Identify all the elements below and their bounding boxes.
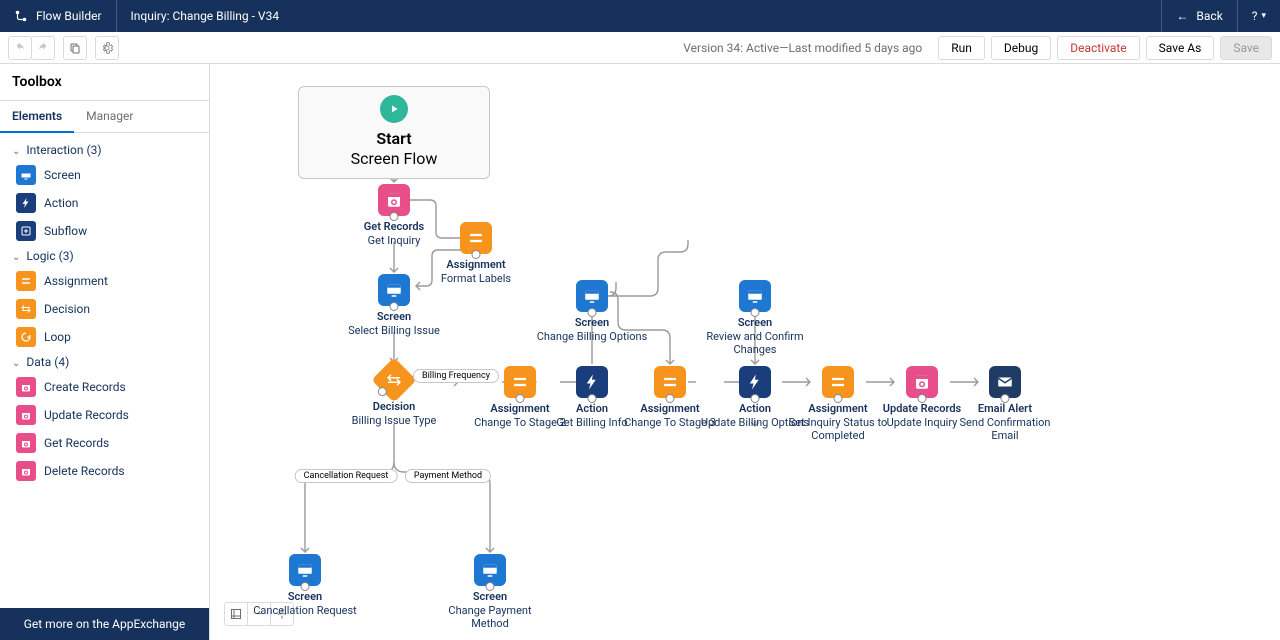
node-scr3[interactable]: ScreenReview and Confirm Changes bbox=[695, 280, 815, 357]
canvas[interactable]: − StartScreen FlowGet RecordsGet Inquiry… bbox=[210, 64, 1280, 640]
node-scr4[interactable]: ScreenCancellation Request bbox=[245, 554, 365, 617]
screen-icon bbox=[474, 554, 506, 586]
save-button[interactable]: Save bbox=[1220, 36, 1272, 60]
node-scr5[interactable]: ScreenChange Payment Method bbox=[430, 554, 550, 631]
node-eml[interactable]: Email AlertSend Confirmation Email bbox=[945, 366, 1065, 443]
bolt-icon bbox=[576, 366, 608, 398]
arrow-left-icon: ← bbox=[1176, 9, 1188, 23]
dia-icon bbox=[371, 357, 416, 402]
settings-button[interactable] bbox=[95, 36, 119, 60]
loop-icon bbox=[16, 327, 36, 347]
app-brand: Flow Builder bbox=[0, 9, 116, 23]
flow-title: Inquiry: Change Billing - V34 bbox=[117, 9, 294, 23]
play-icon bbox=[380, 95, 408, 123]
edge-label: Cancellation Request bbox=[295, 469, 398, 483]
node-scr2[interactable]: ScreenChange Billing Options bbox=[532, 280, 652, 343]
dia-icon bbox=[16, 299, 36, 319]
chevron-down-icon bbox=[12, 143, 20, 157]
redo-button[interactable] bbox=[31, 36, 55, 60]
sub-icon bbox=[16, 221, 36, 241]
app-name: Flow Builder bbox=[36, 9, 102, 23]
bolt-icon bbox=[16, 193, 36, 213]
rec-icon bbox=[16, 433, 36, 453]
eq-icon bbox=[16, 271, 36, 291]
element-tree: Interaction (3)ScreenActionSubflowLogic … bbox=[0, 133, 209, 608]
eq-icon bbox=[654, 366, 686, 398]
help-button[interactable]: ? ▾ bbox=[1237, 0, 1280, 32]
palette-create-records[interactable]: Create Records bbox=[0, 373, 209, 401]
eq-icon bbox=[822, 366, 854, 398]
deactivate-button[interactable]: Deactivate bbox=[1057, 36, 1139, 60]
group-data[interactable]: Data (4) bbox=[0, 351, 209, 373]
save-as-button[interactable]: Save As bbox=[1146, 36, 1215, 60]
edge-label: Billing Frequency bbox=[413, 369, 499, 383]
palette-screen[interactable]: Screen bbox=[0, 161, 209, 189]
debug-button[interactable]: Debug bbox=[991, 36, 1051, 60]
screen-icon bbox=[289, 554, 321, 586]
screen-icon bbox=[16, 165, 36, 185]
tab-elements[interactable]: Elements bbox=[0, 101, 74, 133]
run-button[interactable]: Run bbox=[938, 36, 985, 60]
group-interaction[interactable]: Interaction (3) bbox=[0, 139, 209, 161]
appexchange-link[interactable]: Get more on the AppExchange bbox=[0, 608, 209, 640]
copy-button[interactable] bbox=[63, 36, 87, 60]
rec-icon bbox=[16, 461, 36, 481]
rec-icon bbox=[16, 377, 36, 397]
palette-update-records[interactable]: Update Records bbox=[0, 401, 209, 429]
chevron-down-icon bbox=[12, 355, 20, 369]
screen-icon bbox=[739, 280, 771, 312]
toolbox-title: Toolbox bbox=[0, 64, 209, 101]
rec-icon bbox=[378, 184, 410, 216]
palette-loop[interactable]: Loop bbox=[0, 323, 209, 351]
palette-action[interactable]: Action bbox=[0, 189, 209, 217]
rec-icon bbox=[16, 405, 36, 425]
palette-get-records[interactable]: Get Records bbox=[0, 429, 209, 457]
rec-icon bbox=[906, 366, 938, 398]
group-logic[interactable]: Logic (3) bbox=[0, 245, 209, 267]
palette-delete-records[interactable]: Delete Records bbox=[0, 457, 209, 485]
palette-decision[interactable]: Decision bbox=[0, 295, 209, 323]
eq-icon bbox=[460, 222, 492, 254]
chevron-down-icon bbox=[12, 249, 20, 263]
edge-label: Payment Method bbox=[405, 469, 491, 483]
screen-icon bbox=[576, 280, 608, 312]
start-node[interactable]: StartScreen Flow bbox=[298, 86, 490, 179]
palette-subflow[interactable]: Subflow bbox=[0, 217, 209, 245]
screen-icon bbox=[378, 274, 410, 306]
undo-button[interactable] bbox=[8, 36, 32, 60]
env-icon bbox=[989, 366, 1021, 398]
chevron-down-icon: ▾ bbox=[1261, 11, 1266, 21]
node-scr1[interactable]: ScreenSelect Billing Issue bbox=[334, 274, 454, 337]
palette-assignment[interactable]: Assignment bbox=[0, 267, 209, 295]
tab-manager[interactable]: Manager bbox=[74, 101, 145, 132]
bolt-icon bbox=[739, 366, 771, 398]
version-text: Version 34: Active—Last modified 5 days … bbox=[683, 41, 922, 55]
back-button[interactable]: ← Back bbox=[1161, 0, 1236, 32]
